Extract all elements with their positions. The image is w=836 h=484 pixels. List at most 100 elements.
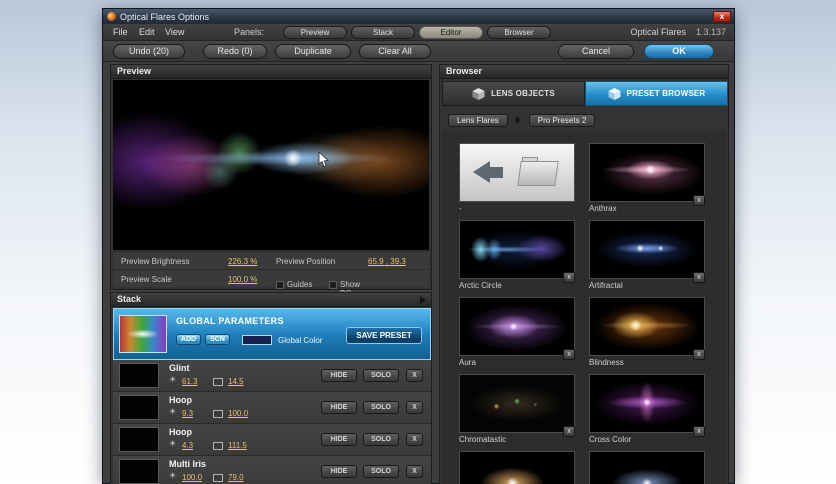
preview-position-value[interactable]: 65.9 , 39.3 bbox=[368, 257, 406, 266]
hide-button[interactable]: HIDE bbox=[321, 369, 357, 382]
cube-icon bbox=[608, 87, 621, 100]
preset-remove-button[interactable]: x bbox=[693, 349, 705, 360]
stack-item-scale[interactable]: 14.5 bbox=[228, 377, 244, 386]
ok-button[interactable]: OK bbox=[644, 44, 714, 59]
stack-item-brightness[interactable]: 61.3 bbox=[182, 377, 198, 386]
preset-thumbnail[interactable]: x bbox=[589, 220, 705, 283]
flare-preview-canvas[interactable] bbox=[113, 80, 429, 250]
brand-text: Optical Flares 1.3.137 bbox=[630, 27, 726, 37]
hide-button[interactable]: HIDE bbox=[321, 401, 357, 414]
preset-remove-button[interactable]: x bbox=[693, 195, 705, 206]
stack-panel-header: Stack bbox=[111, 293, 431, 307]
preset-remove-button[interactable]: x bbox=[563, 426, 575, 437]
stack-item-scale[interactable]: 111.5 bbox=[228, 441, 247, 450]
browser-tabs: LENS OBJECTS PRESET BROWSER bbox=[442, 81, 728, 106]
stack-item-brightness[interactable]: 9.3 bbox=[182, 409, 193, 418]
preset-remove-button[interactable]: x bbox=[693, 426, 705, 437]
menu-edit[interactable]: Edit bbox=[135, 26, 159, 38]
preview-panel: Preview Preview Brightness 226.3 % Previ… bbox=[110, 64, 432, 298]
scn-button[interactable]: SCN bbox=[205, 334, 230, 345]
preview-scale-value[interactable]: 100.0 % bbox=[228, 275, 257, 284]
panel-button-editor[interactable]: Editor bbox=[419, 26, 483, 39]
stack-item-name: Glint bbox=[169, 363, 190, 373]
global-color-label: Global Color bbox=[278, 336, 323, 345]
preset-thumbnail[interactable]: x bbox=[589, 374, 705, 437]
save-preset-button[interactable]: SAVE PRESET bbox=[346, 327, 422, 344]
stack-item-scale[interactable]: 100.0 bbox=[228, 409, 248, 418]
preset-label: Blindness bbox=[589, 358, 624, 367]
stack-row[interactable]: Multi Iris ☀ 100.0 79.0 HIDE SOLO X bbox=[113, 456, 431, 484]
stack-item-brightness[interactable]: 100.0 bbox=[182, 473, 202, 482]
stack-item-brightness[interactable]: 4.3 bbox=[182, 441, 193, 450]
global-parameters-block[interactable]: GLOBAL PARAMETERS ADD SCN Global Color S… bbox=[113, 308, 431, 360]
preset-label: Cross Color bbox=[589, 435, 632, 444]
folder-up-thumbnail[interactable] bbox=[459, 143, 575, 202]
delete-button[interactable]: X bbox=[406, 369, 423, 382]
solo-button[interactable]: SOLO bbox=[363, 433, 399, 446]
preset-item: x Blindness bbox=[589, 297, 707, 370]
preview-parameter-row: Preview Brightness 226.3 % Preview Posit… bbox=[113, 251, 429, 269]
menu-file[interactable]: File bbox=[109, 26, 132, 38]
preset-remove-button[interactable]: x bbox=[563, 272, 575, 283]
add-button[interactable]: ADD bbox=[176, 334, 201, 345]
breadcrumb-pro-presets[interactable]: Pro Presets 2 bbox=[528, 113, 596, 127]
menu-view[interactable]: View bbox=[161, 26, 188, 38]
stack-item-scale[interactable]: 79.0 bbox=[228, 473, 244, 482]
title-bar[interactable]: Optical Flares Options x bbox=[103, 9, 734, 24]
stack-menu-arrow-icon[interactable] bbox=[420, 296, 426, 304]
tab-preset-browser[interactable]: PRESET BROWSER bbox=[585, 81, 728, 106]
solo-button[interactable]: SOLO bbox=[363, 401, 399, 414]
duplicate-button[interactable]: Duplicate bbox=[275, 44, 351, 59]
preset-item bbox=[589, 451, 707, 484]
preset-item: - bbox=[459, 143, 577, 216]
clear-all-button[interactable]: Clear All bbox=[359, 44, 431, 59]
preset-thumbnail[interactable]: x bbox=[459, 220, 575, 283]
stack-row[interactable]: Glint ☀ 61.3 14.5 HIDE SOLO X bbox=[113, 360, 431, 392]
close-button[interactable]: x bbox=[713, 11, 731, 22]
guides-checkbox[interactable] bbox=[276, 281, 284, 289]
delete-button[interactable]: X bbox=[406, 465, 423, 478]
panel-button-stack[interactable]: Stack bbox=[351, 26, 415, 39]
preset-remove-button[interactable]: x bbox=[693, 272, 705, 283]
scale-icon bbox=[213, 442, 223, 450]
preset-grid[interactable]: - x Anthrax x Arctic Circle x Artifracta… bbox=[442, 131, 726, 484]
hide-button[interactable]: HIDE bbox=[321, 433, 357, 446]
delete-button[interactable]: X bbox=[406, 433, 423, 446]
preset-thumbnail[interactable] bbox=[459, 451, 575, 484]
cancel-button[interactable]: Cancel bbox=[558, 44, 634, 59]
solo-button[interactable]: SOLO bbox=[363, 369, 399, 382]
panel-button-preview[interactable]: Preview bbox=[283, 26, 347, 39]
preset-thumbnail[interactable]: x bbox=[459, 374, 575, 437]
show-bg-checkbox-group: Show BG bbox=[329, 275, 360, 298]
delete-button[interactable]: X bbox=[406, 401, 423, 414]
guides-checkbox-group: Guides bbox=[276, 275, 312, 293]
preset-thumbnail[interactable]: x bbox=[459, 297, 575, 360]
preset-remove-button[interactable]: x bbox=[563, 349, 575, 360]
tab-lens-objects[interactable]: LENS OBJECTS bbox=[442, 81, 585, 106]
preset-item bbox=[459, 451, 577, 484]
solo-button[interactable]: SOLO bbox=[363, 465, 399, 478]
redo-button[interactable]: Redo (0) bbox=[203, 44, 267, 59]
breadcrumb-arrow-icon bbox=[515, 116, 521, 124]
stack-row[interactable]: Hoop ☀ 9.3 100.0 HIDE SOLO X bbox=[113, 392, 431, 424]
preview-brightness-value[interactable]: 226.3 % bbox=[228, 257, 257, 266]
undo-button[interactable]: Undo (20) bbox=[113, 44, 185, 59]
preset-thumbnail[interactable] bbox=[589, 451, 705, 484]
stack-row[interactable]: Hoop ☀ 4.3 111.5 HIDE SOLO X bbox=[113, 424, 431, 456]
preset-thumbnail[interactable]: x bbox=[589, 143, 705, 206]
preset-thumbnail[interactable]: x bbox=[589, 297, 705, 360]
stack-item-name: Hoop bbox=[169, 427, 192, 437]
global-color-swatch[interactable] bbox=[242, 335, 272, 345]
stack-item-name: Hoop bbox=[169, 395, 192, 405]
breadcrumb-lens-flares[interactable]: Lens Flares bbox=[448, 113, 508, 127]
panels-label: Panels: bbox=[234, 27, 265, 37]
preset-item: x Cross Color bbox=[589, 374, 707, 447]
hide-button[interactable]: HIDE bbox=[321, 465, 357, 478]
show-bg-checkbox[interactable] bbox=[329, 281, 337, 289]
preview-brightness-label: Preview Brightness bbox=[121, 257, 190, 266]
panel-button-browser[interactable]: Browser bbox=[487, 26, 551, 39]
back-arrow-icon bbox=[473, 161, 490, 183]
global-parameters-title: GLOBAL PARAMETERS bbox=[176, 316, 284, 326]
tab-preset-browser-label: PRESET BROWSER bbox=[626, 89, 706, 98]
preview-panel-title: Preview bbox=[111, 65, 431, 79]
